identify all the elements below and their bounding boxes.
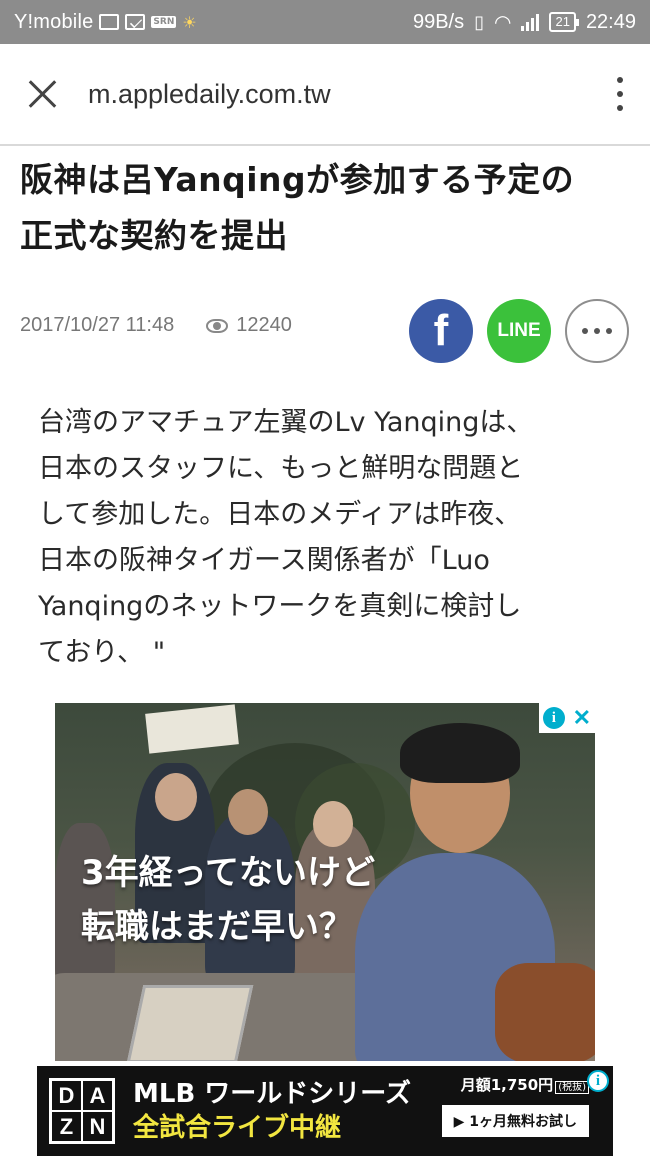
free-trial-button[interactable]: ▶ 1ヶ月無料お試し — [441, 1105, 589, 1137]
close-ad-icon[interactable]: ✕ — [573, 705, 591, 731]
info-icon[interactable]: i — [542, 707, 565, 729]
laptop-image — [126, 985, 254, 1061]
mail-notification-icon — [125, 14, 146, 30]
title-line: 正式な契約を提出 — [20, 216, 288, 255]
body-line: Yanqingのネットワークを真剣に検討し — [38, 591, 522, 622]
browser-toolbar: m.appledaily.com.tw — [0, 44, 650, 146]
title-line: 阪神は呂Yanqingが参加する予定の — [20, 160, 575, 199]
logo-letter: A — [82, 1080, 113, 1111]
ad-headline: 3年経ってないけど — [81, 853, 375, 893]
status-bar: Y!mobile SRN ☀ 99B/s ▯ ◠ 21 22:49 — [0, 0, 650, 44]
banner-ad[interactable]: D A Z N MLB ワールドシリーズ 全試合ライブ中継 月額1,750円 (税… — [37, 1066, 613, 1156]
body-line: ており、 " — [38, 637, 166, 668]
line-share-button[interactable]: LINE — [487, 299, 551, 363]
wifi-icon: ◠ — [494, 11, 512, 34]
more-share-button[interactable] — [565, 299, 629, 363]
weather-icon: ☀ — [182, 12, 197, 32]
view-count: 12240 — [236, 314, 292, 336]
net-speed: 99B/s — [412, 10, 465, 33]
clock: 22:49 — [585, 10, 636, 33]
ad-subheadline: 転職はまだ早い？ — [81, 907, 353, 947]
info-icon[interactable]: i — [587, 1070, 609, 1092]
price-text: 月額1,750円 — [460, 1076, 554, 1094]
body-line: 台湾のアマチュア左翼のLv Yanqingは、 — [38, 407, 534, 438]
battery-icon: 21 — [549, 12, 580, 32]
signal-icon — [521, 13, 540, 31]
body-line: 日本のスタッフに、もっと鮮明な問題と — [38, 453, 524, 484]
ad-sign-image — [145, 704, 239, 754]
ad-choices[interactable]: i ✕ — [539, 703, 595, 733]
price-note: (税抜) — [555, 1081, 589, 1094]
carrier-label: Y!mobile — [14, 10, 94, 33]
body-line: して参加した。日本のメディアは昨夜、 — [38, 499, 522, 530]
display-ad[interactable]: 3年経ってないけど 転職はまだ早い？ i ✕ — [55, 703, 595, 1061]
banner-price: 月額1,750円 (税抜) — [442, 1074, 589, 1095]
body-line: 日本の阪神タイガース関係者が「Luo — [38, 545, 490, 576]
url-text[interactable]: m.appledaily.com.tw — [88, 79, 614, 110]
facebook-share-button[interactable]: f — [409, 299, 473, 363]
logo-letter: Z — [51, 1111, 82, 1142]
overflow-menu-icon[interactable] — [614, 77, 626, 111]
logo-letter: D — [51, 1080, 82, 1111]
article-title: 阪神は呂Yanqingが参加する予定の 正式な契約を提出 — [20, 152, 630, 264]
article-meta: 2017/10/27 11:48 12240 — [20, 314, 292, 337]
vibrate-icon: ▯ — [474, 11, 485, 32]
article-body: 台湾のアマチュア左翼のLv Yanqingは、 日本のスタッフに、もっと鮮明な問… — [38, 400, 618, 676]
app-notification-icon: SRN — [151, 16, 177, 28]
share-buttons: f LINE — [409, 299, 629, 363]
dazn-logo: D A Z N — [49, 1078, 115, 1144]
logo-letter: N — [82, 1111, 113, 1142]
gallery-notification-icon — [99, 14, 120, 30]
publish-date: 2017/10/27 11:48 — [20, 314, 175, 336]
close-icon[interactable] — [26, 78, 58, 110]
eye-icon — [206, 318, 229, 333]
